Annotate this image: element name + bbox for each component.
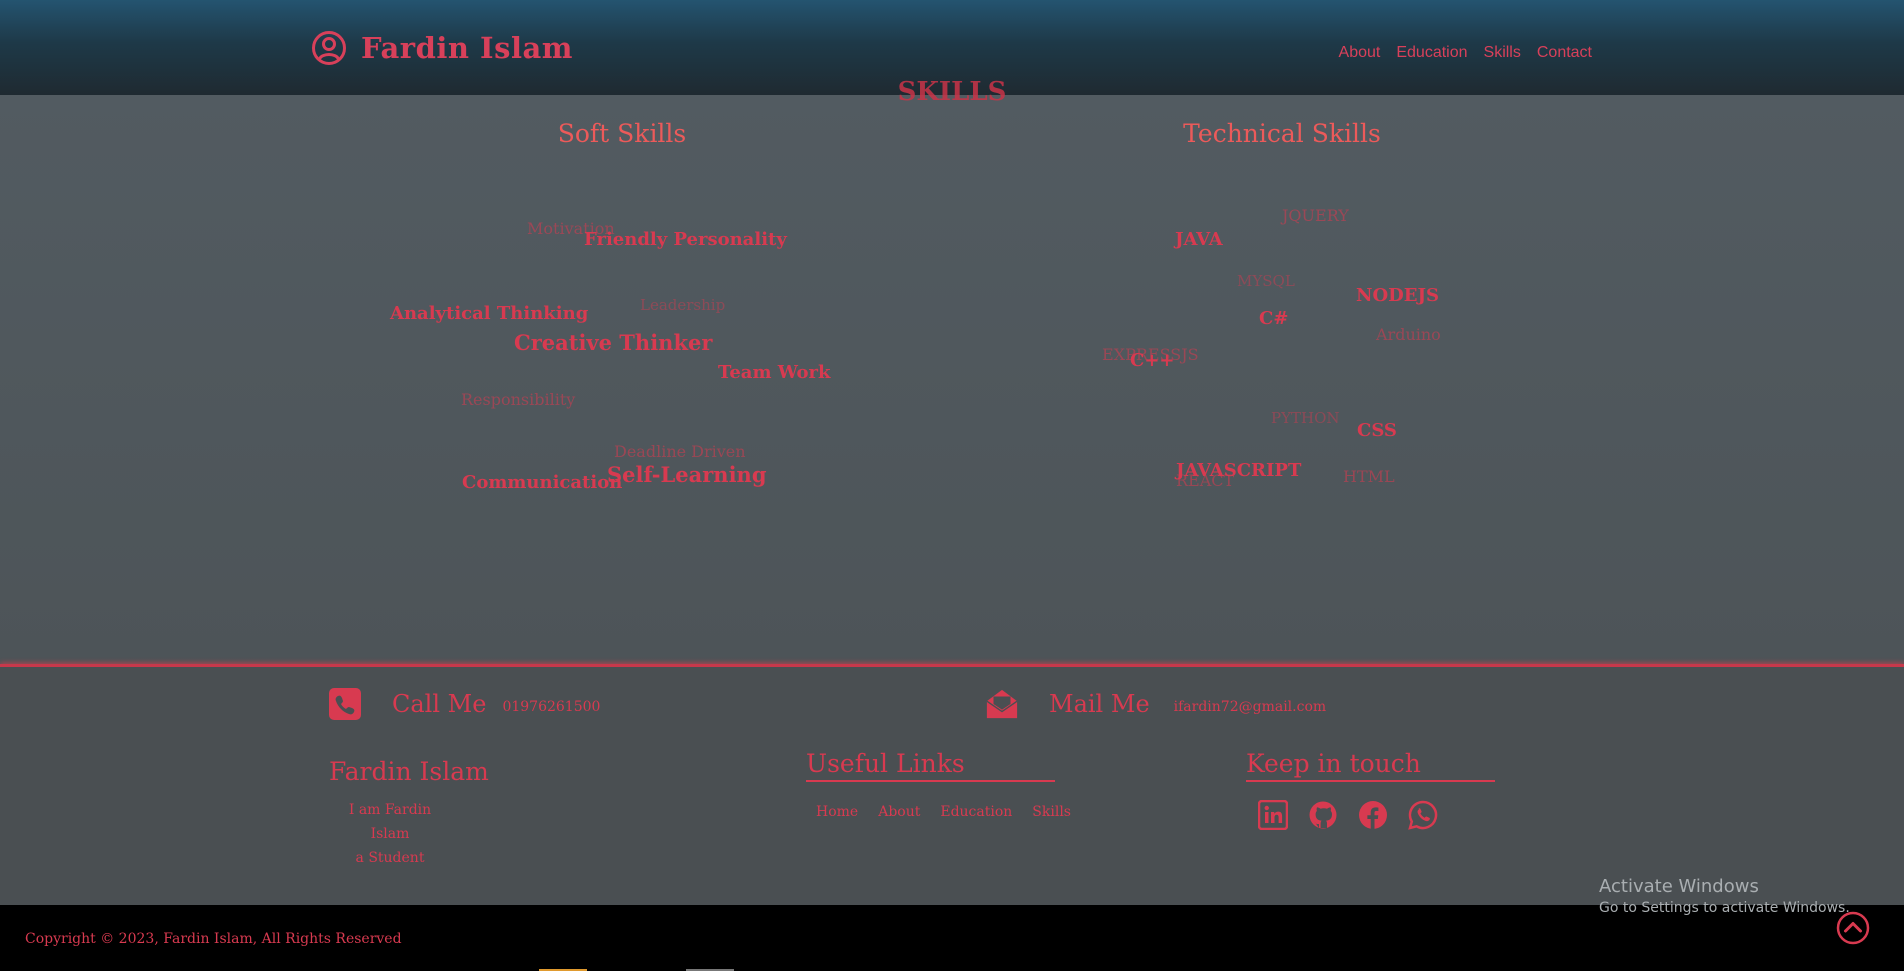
soft-skill-word: Friendly Personality [584,229,787,250]
nav-education[interactable]: Education [1396,44,1467,62]
soft-skill-word: Leadership [640,296,726,314]
footer-about-text: I am Fardin Islam a Student [329,798,451,870]
footer-link-skills[interactable]: Skills [1032,804,1071,820]
user-circle-icon [312,31,346,65]
envelope-open-icon [986,689,1018,719]
facebook-icon[interactable] [1358,800,1388,830]
skills-title: SKILLS [897,77,1007,107]
tech-skill-word: REACT [1176,471,1235,490]
footer-about: Fardin Islam I am Fardin Islam a Student [329,757,489,870]
watermark-line-1: Activate Windows [1599,876,1759,897]
social-icons [1257,799,1495,831]
tech-skill-word: MYSQL [1237,272,1295,290]
tech-skill-word: JAVA [1175,229,1223,250]
soft-skill-word: Analytical Thinking [390,303,589,324]
footer-link-home[interactable]: Home [816,804,858,820]
tech-skill-word: C# [1259,308,1289,329]
useful-links-heading: Useful Links [806,749,965,778]
email-address[interactable]: ifardin72@gmail.com [1174,699,1327,715]
soft-skill-word: Responsibility [461,390,576,409]
call-title: Call Me [392,690,487,718]
nav-contact[interactable]: Contact [1537,44,1592,62]
nav-skills[interactable]: Skills [1484,44,1521,62]
heading-underline [806,780,1055,782]
mail-block: Mail Me ifardin72@gmail.com [985,687,1326,721]
copyright-text: Copyright © 2023, Fardin Islam, All Righ… [25,931,402,947]
brand-name: Fardin Islam [361,31,573,65]
footer-links: Useful Links Home About Education Skills [806,749,1071,820]
scroll-to-top-icon[interactable] [1836,911,1870,945]
keep-in-touch-heading: Keep in touch [1246,749,1421,778]
tech-skill-word: PYTHON [1271,409,1340,427]
footer-social: Keep in touch [1246,749,1495,831]
soft-skill-word: Team Work [718,362,831,383]
nav-about[interactable]: About [1339,44,1381,62]
footer-link-education[interactable]: Education [940,804,1012,820]
soft-skill-word: Communication [462,472,623,493]
windows-activation-watermark: Activate Windows Go to Settings to activ… [1599,876,1850,916]
skills-section: SKILLS Soft Skills Technical Skills Moti… [0,77,1904,667]
soft-skill-word: Self-Learning [607,462,767,487]
footer: Call Me 01976261500 Mail Me ifardin72@gm… [0,667,1904,905]
heading-underline [1246,780,1495,782]
tech-skill-word: CSS [1357,420,1397,441]
footer-link-about[interactable]: About [878,804,920,820]
watermark-line-2: Go to Settings to activate Windows. [1599,900,1850,916]
technical-skills-title: Technical Skills [1183,119,1381,148]
tech-skill-word: JQUERY [1282,206,1349,225]
tech-skill-word: C++ [1130,350,1175,371]
footer-about-heading: Fardin Islam [329,757,489,786]
soft-skills-title: Soft Skills [557,119,687,148]
mail-title: Mail Me [1049,690,1150,718]
soft-skill-word: Deadline Driven [614,442,746,461]
github-icon[interactable] [1308,800,1338,830]
brand[interactable]: Fardin Islam [311,28,573,68]
linkedin-icon[interactable] [1257,799,1289,831]
tech-skill-word: NODEJS [1356,285,1439,306]
about-line-1: I am Fardin Islam [348,802,432,842]
tech-skill-word: Arduino [1376,325,1441,344]
footer-link-list: Home About Education Skills [816,804,1071,820]
main-nav: About Education Skills Contact [1339,44,1592,62]
whatsapp-icon[interactable] [1408,800,1438,830]
phone-number[interactable]: 01976261500 [502,699,600,715]
call-block: Call Me 01976261500 [328,687,600,721]
soft-skill-word: Creative Thinker [514,330,713,355]
tech-skill-word: HTML [1343,467,1395,486]
about-line-2: a Student [355,850,425,866]
phone-icon [329,688,361,720]
